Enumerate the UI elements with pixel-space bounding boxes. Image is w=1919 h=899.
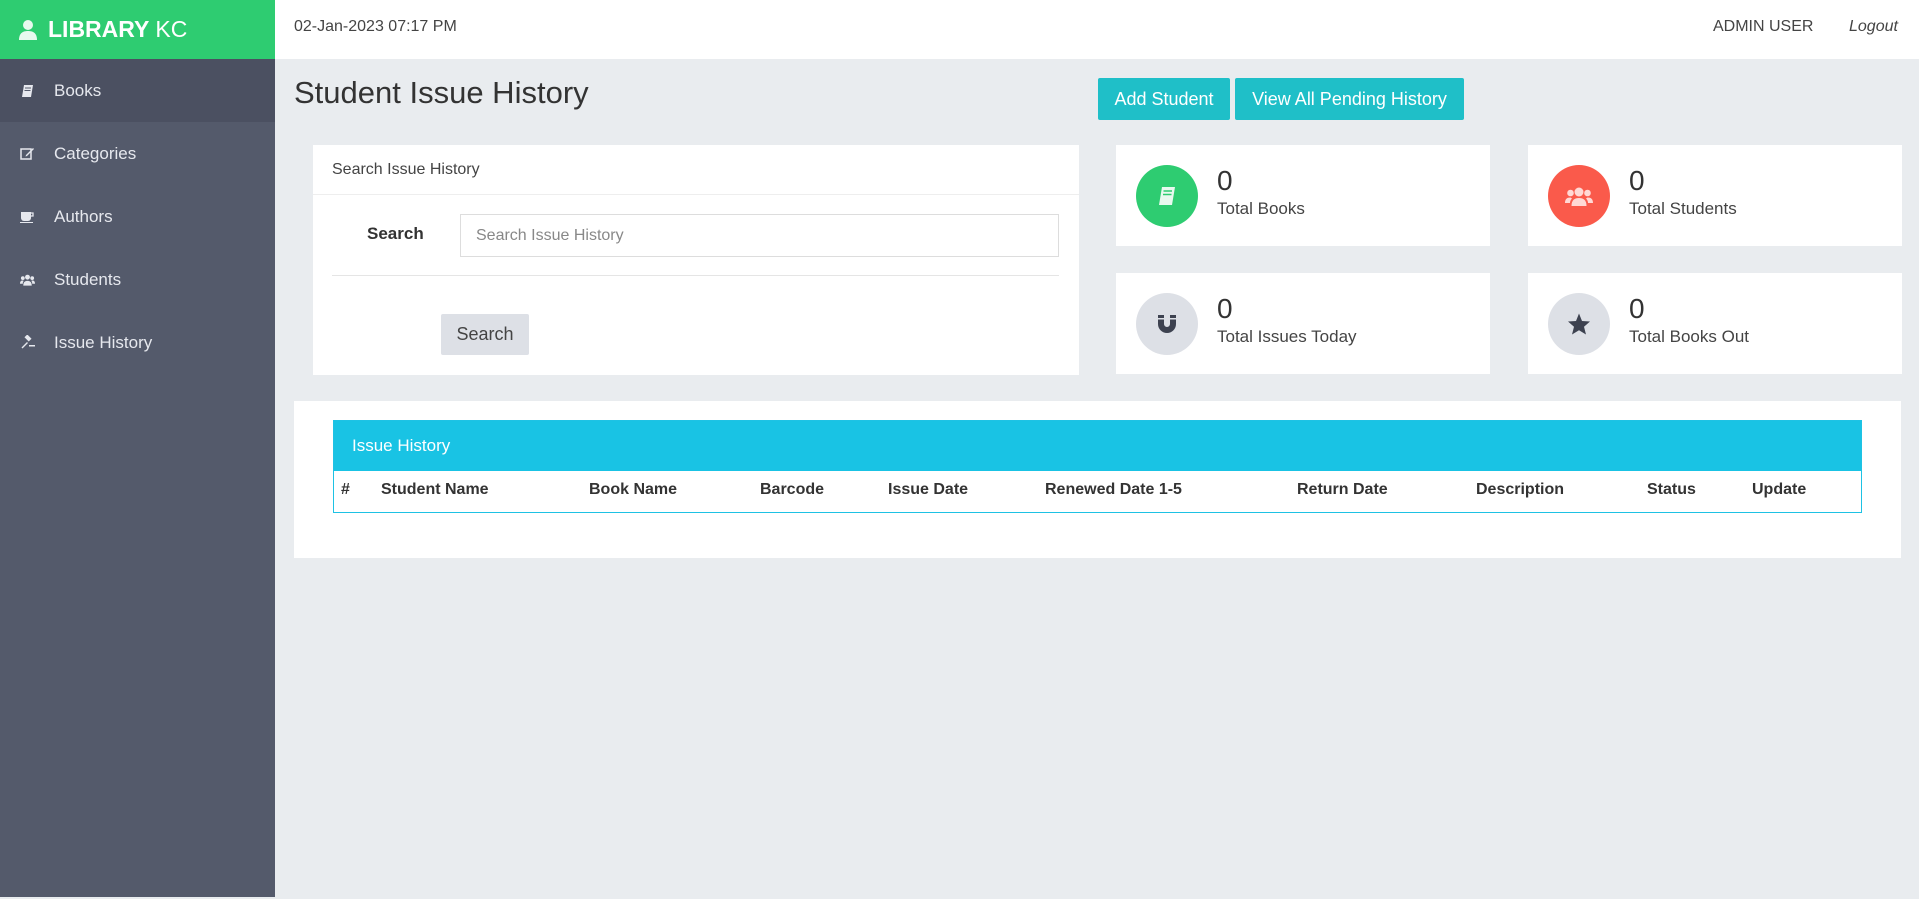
search-input[interactable] [460,214,1059,257]
stat-label: Total Issues Today [1217,327,1357,346]
search-panel-title: Search Issue History [313,145,1079,195]
table-title: Issue History [334,421,1861,471]
table-header-row: # Student Name Book Name Barcode Issue D… [334,471,1861,512]
stat-value: 0 [1217,293,1233,324]
sidebar-item-label: Issue History [54,332,153,352]
stat-card-total-students: 0 Total Students [1528,145,1902,246]
column-header-description[interactable]: Description [1476,481,1564,499]
stat-value: 0 [1629,165,1645,196]
stat-card-total-books: 0 Total Books [1116,145,1490,246]
sidebar-item-students[interactable]: Students [0,248,275,311]
column-header-status[interactable]: Status [1647,481,1696,499]
magnet-icon [1158,315,1176,333]
stat-value: 0 [1217,165,1233,196]
add-student-button[interactable]: Add Student [1098,78,1230,120]
brand-logo[interactable]: LIBRARY KC [0,0,275,59]
sidebar-item-books[interactable]: Books [0,59,275,122]
column-header-student-name[interactable]: Student Name [381,481,489,499]
column-header-update[interactable]: Update [1752,481,1806,499]
stat-card-total-issues-today: 0 Total Issues Today [1116,273,1490,374]
sidebar-item-label: Books [54,80,102,100]
column-header-book-name[interactable]: Book Name [589,481,677,499]
column-header-renewed-date[interactable]: Renewed Date 1-5 [1045,481,1182,499]
stat-icon-circle [1136,165,1198,227]
sidebar-item-label: Authors [54,206,113,226]
divider [332,275,1059,276]
column-header-issue-date[interactable]: Issue Date [888,481,968,499]
sidebar-item-authors[interactable]: Authors [0,185,275,248]
column-header-index[interactable]: # [341,481,350,499]
view-all-pending-history-button[interactable]: View All Pending History [1235,78,1464,120]
users-icon [1565,187,1593,206]
book-icon [1159,187,1175,205]
stat-card-total-books-out: 0 Total Books Out [1528,273,1902,374]
column-header-return-date[interactable]: Return Date [1297,481,1388,499]
issue-history-table: Issue History # Student Name Book Name B… [333,420,1862,513]
sidebar-item-label: Students [54,269,122,289]
sidebar-item-categories[interactable]: Categories [0,122,275,185]
stat-label: Total Books Out [1629,327,1750,346]
stat-icon-circle [1548,293,1610,355]
star-icon [1568,313,1590,335]
user-name: ADMIN USER [1713,18,1814,35]
top-bar: 02-Jan-2023 07:17 PM ADMIN USER Logout [275,0,1919,59]
search-label: Search [367,224,424,243]
column-header-barcode[interactable]: Barcode [760,481,824,499]
logout-link[interactable]: Logout [1849,18,1898,36]
gavel-icon [20,335,35,350]
edit-icon [20,146,35,161]
issue-history-panel: Issue History # Student Name Book Name B… [294,401,1901,558]
coffee-icon [20,209,35,224]
stat-icon-circle [1548,165,1610,227]
sidebar-item-label: Categories [54,143,137,163]
book-icon [20,83,35,98]
current-datetime: 02-Jan-2023 07:17 PM [294,18,457,35]
stat-icon-circle [1136,293,1198,355]
page-title: Student Issue History [294,75,589,110]
brand-name-bold: LIBRARY [48,16,150,42]
users-icon [20,272,35,287]
stat-label: Total Books [1217,199,1305,218]
search-panel: Search Issue History Search Search [313,145,1079,375]
search-button[interactable]: Search [441,314,529,355]
brand-name-light: KC [155,16,188,42]
stat-value: 0 [1629,293,1645,324]
user-icon [19,19,37,40]
stat-label: Total Students [1629,199,1737,218]
sidebar: LIBRARY KC Books Categories Authors Stud… [0,0,275,897]
sidebar-item-issue-history[interactable]: Issue History [0,311,275,374]
